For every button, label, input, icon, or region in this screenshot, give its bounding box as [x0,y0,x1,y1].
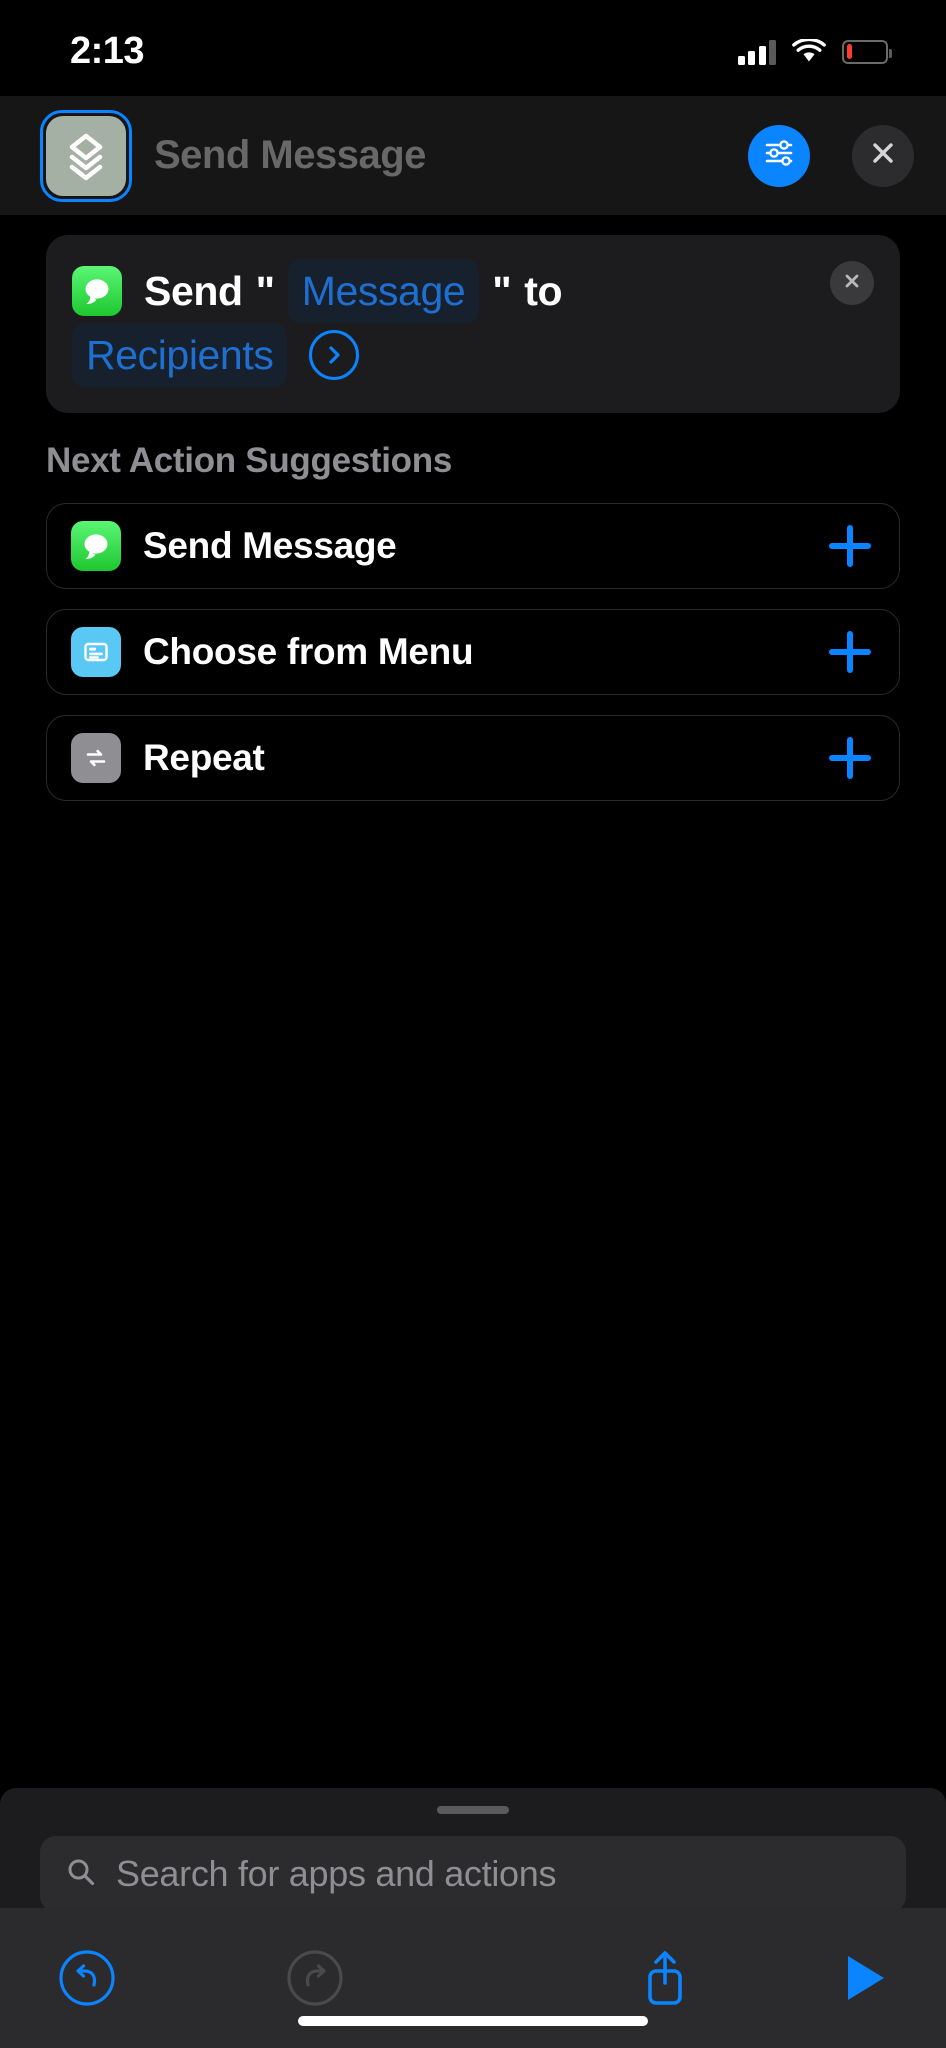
close-button[interactable] [852,124,914,187]
wifi-icon [792,37,826,64]
close-x-icon [868,138,898,173]
status-bar: 2:13 [0,0,946,95]
shortcut-details-button[interactable] [748,124,810,187]
action-prefix: Send [144,268,243,314]
action-text-line-1: Send " Message " to [72,259,874,324]
share-button[interactable] [638,1947,692,2009]
redo-arrow-icon [287,1950,343,2006]
home-indicator [298,2016,648,2026]
search-icon [64,1855,98,1894]
redo-button[interactable] [286,1949,344,2007]
stacked-layers-icon [46,115,126,196]
message-parameter-token[interactable]: Message [287,259,480,324]
suggestion-label: Choose from Menu [143,631,474,672]
plus-icon[interactable] [829,631,871,673]
suggestion-label: Send Message [143,525,397,566]
action-library-sheet: Search for apps and actions [0,1788,946,2048]
plus-icon[interactable] [829,737,871,779]
quote-open: " [255,268,275,314]
suggestion-row-send-message[interactable]: Send Message [46,503,900,589]
search-bar[interactable]: Search for apps and actions [40,1836,906,1912]
editor-content: Send " Message " to Recipients Next Acti… [0,215,946,2048]
status-time: 2:13 [70,30,145,72]
cellular-bars-icon [737,39,776,65]
status-indicators [737,37,892,65]
shortcuts-editor-screen: 2:13 Send Message Send " Message " to Re… [0,0,946,2048]
suggestion-label: Repeat [143,737,265,778]
run-button[interactable] [840,1951,888,2005]
quote-close: " [492,268,512,314]
recipients-parameter-token[interactable]: Recipients [72,323,288,388]
action-card-send-message[interactable]: Send " Message " to Recipients [46,235,900,414]
suggestions-list: Send Message Choose from Menu Repeat [46,503,900,821]
action-text-line-2: Recipients [72,323,874,388]
menu-list-icon [71,627,121,677]
search-input[interactable]: Search for apps and actions [116,1853,556,1895]
drag-handle[interactable] [437,1806,509,1814]
share-icon [648,1951,682,2005]
plus-icon[interactable] [829,525,871,567]
suggestion-row-choose-from-menu[interactable]: Choose from Menu [46,609,900,695]
repeat-arrows-icon [71,733,121,783]
action-connector: to [524,268,563,314]
suggestions-section-header: Next Action Suggestions [46,441,453,480]
close-x-icon [841,270,863,297]
undo-arrow-icon [59,1950,115,2006]
messages-icon [72,266,122,317]
editor-toolbar [0,1908,946,2048]
navigation-bar: Send Message [0,96,946,215]
chevron-right-circle-icon[interactable] [309,330,360,381]
undo-button[interactable] [58,1949,116,2007]
sliders-icon [761,135,797,176]
battery-low-icon [842,39,892,64]
messages-icon [71,521,121,571]
remove-action-button[interactable] [830,261,874,305]
suggestion-row-repeat[interactable]: Repeat [46,715,900,801]
page-title: Send Message [154,133,426,177]
play-icon [848,1956,884,2000]
shortcut-icon-button[interactable] [40,109,132,202]
